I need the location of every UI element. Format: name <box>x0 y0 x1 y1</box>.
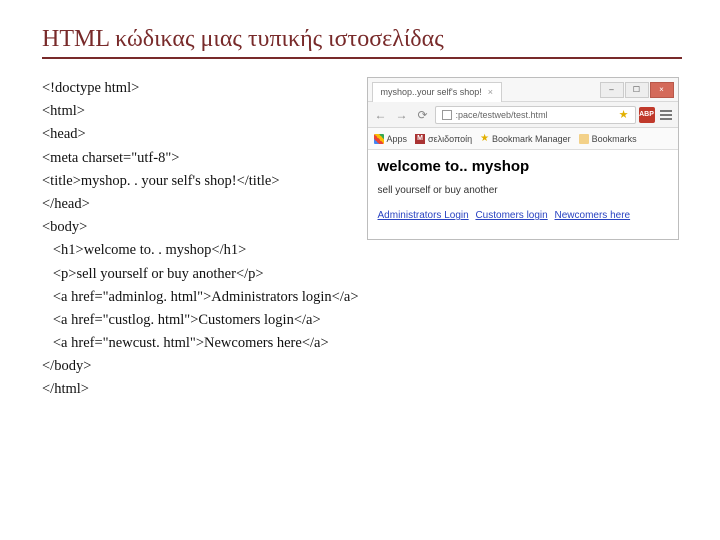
bookmark-star-icon[interactable]: ★ <box>619 108 629 121</box>
browser-titlebar: myshop..your self's shop! × – ☐ × <box>368 78 678 102</box>
hamburger-menu-icon[interactable] <box>658 107 674 123</box>
address-text: :pace/testweb/test.html <box>456 110 548 120</box>
bookmarks-bar: Apps M σελιδοποίη ★ Bookmark Manager Boo… <box>368 128 678 150</box>
reload-button[interactable]: ⟳ <box>414 106 432 124</box>
bookmarks-folder[interactable]: Bookmarks <box>579 134 637 144</box>
browser-mock: myshop..your self's shop! × – ☐ × ← → ⟳ … <box>367 77 679 240</box>
tab-close-icon[interactable]: × <box>488 87 493 97</box>
html-code-block: <!doctype html> <html> <head> <meta char… <box>42 77 359 402</box>
browser-toolbar: ← → ⟳ :pace/testweb/test.html ★ ABP <box>368 102 678 128</box>
page-paragraph: sell yourself or buy another <box>378 185 668 196</box>
page-links-row: Administrators Login Customers login New… <box>378 210 668 221</box>
title-underline <box>42 57 682 59</box>
address-bar[interactable]: :pace/testweb/test.html ★ <box>435 106 636 124</box>
page-icon <box>442 110 452 120</box>
back-button[interactable]: ← <box>372 106 390 124</box>
apps-icon <box>374 134 384 144</box>
tab-title: myshop..your self's shop! <box>381 87 482 97</box>
customers-login-link[interactable]: Customers login <box>475 210 547 221</box>
abp-extension-icon[interactable]: ABP <box>639 107 655 123</box>
bookmark-manager-item[interactable]: ★ Bookmark Manager <box>480 133 571 144</box>
bookmark-manager-label: Bookmark Manager <box>492 134 571 144</box>
browser-tab[interactable]: myshop..your self's shop! × <box>372 82 503 102</box>
folder-icon <box>579 134 589 144</box>
slide-title: HTML κώδικας μιας τυπικής ιστοσελίδας <box>42 26 678 53</box>
m-icon: M <box>415 134 425 144</box>
minimize-button[interactable]: – <box>600 82 624 98</box>
page-heading: welcome to.. myshop <box>378 158 668 175</box>
apps-label: Apps <box>387 134 408 144</box>
apps-bookmark[interactable]: Apps <box>374 134 408 144</box>
bookmark-2-label: σελιδοποίη <box>428 134 472 144</box>
rendered-page: welcome to.. myshop sell yourself or buy… <box>368 150 678 239</box>
newcomers-link[interactable]: Newcomers here <box>555 210 631 221</box>
forward-button[interactable]: → <box>393 106 411 124</box>
close-button[interactable]: × <box>650 82 674 98</box>
window-controls: – ☐ × <box>600 82 674 98</box>
maximize-button[interactable]: ☐ <box>625 82 649 98</box>
bookmark-item-2[interactable]: M σελιδοποίη <box>415 134 472 144</box>
admin-login-link[interactable]: Administrators Login <box>378 210 469 221</box>
star-icon: ★ <box>480 133 489 144</box>
bookmarks-folder-label: Bookmarks <box>592 134 637 144</box>
